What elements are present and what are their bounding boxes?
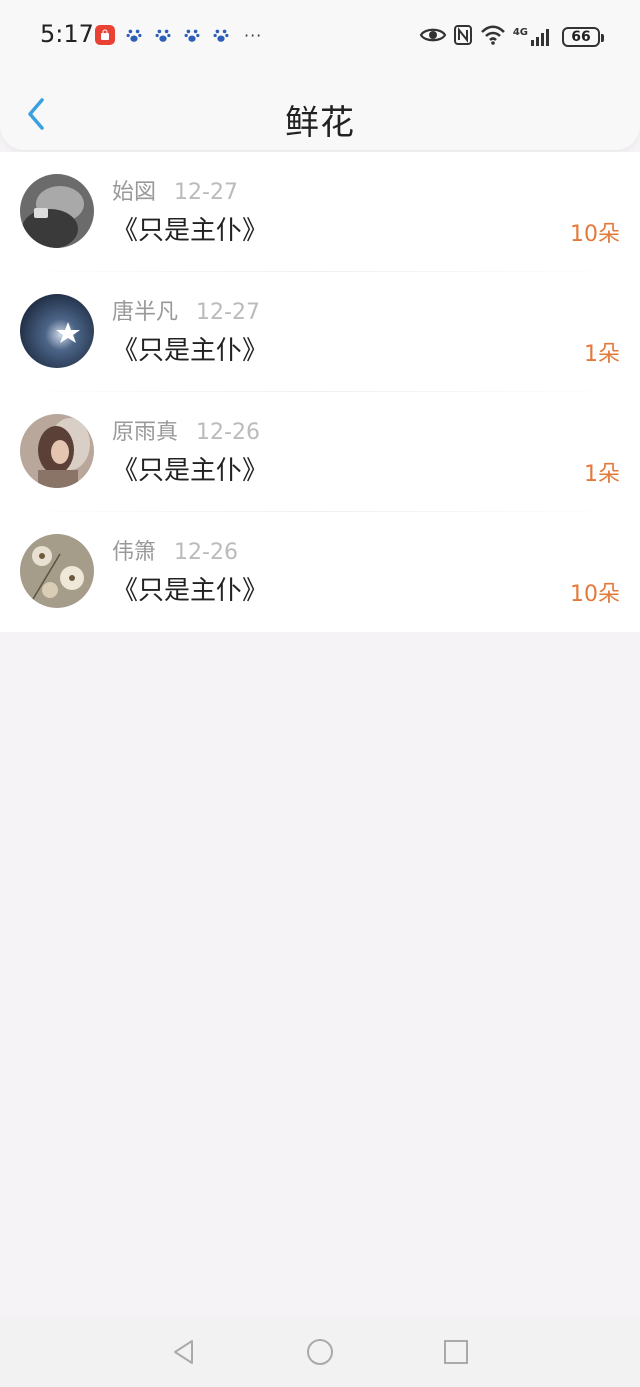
list-item[interactable]: 唐半凡 12-27 《只是主仆》 1朵 bbox=[0, 272, 640, 392]
avatar[interactable] bbox=[20, 414, 94, 488]
list-item[interactable]: 伟箫 12-26 《只是主仆》 10朵 bbox=[0, 512, 640, 632]
list-item[interactable]: 原雨真 12-26 《只是主仆》 1朵 bbox=[0, 392, 640, 512]
battery-indicator: 66 bbox=[562, 27, 604, 47]
book-title: 《只是主仆》 bbox=[112, 336, 269, 366]
system-recents-button[interactable] bbox=[440, 1336, 472, 1368]
home-circle-icon bbox=[307, 1339, 333, 1365]
top-area: 5:17 ··· 4G 66 鲜花 bbox=[0, 0, 640, 150]
status-right-icons: 4G 66 bbox=[419, 24, 604, 50]
sender-name: 唐半凡 12-27 bbox=[112, 300, 260, 325]
flower-list: 始図 12-27 《只是主仆》 10朵 唐半凡 12-27 《只是主仆》 1朵 原雨… bbox=[0, 152, 640, 632]
send-date: 12-26 bbox=[196, 420, 260, 445]
send-date: 12-26 bbox=[174, 540, 238, 565]
nav-header: 鲜花 bbox=[0, 80, 640, 150]
avatar[interactable] bbox=[20, 294, 94, 368]
flower-count: 10朵 bbox=[570, 582, 620, 607]
nfc-icon bbox=[453, 24, 473, 50]
flower-count: 10朵 bbox=[570, 222, 620, 247]
status-bar: 5:17 ··· 4G 66 bbox=[0, 0, 640, 72]
wifi-icon bbox=[479, 24, 507, 50]
recents-square-icon bbox=[444, 1340, 468, 1364]
back-triangle-icon bbox=[174, 1340, 193, 1364]
book-title: 《只是主仆》 bbox=[112, 456, 269, 486]
system-back-button[interactable] bbox=[168, 1336, 200, 1368]
system-navigation-bar bbox=[0, 1316, 640, 1387]
send-date: 12-27 bbox=[196, 300, 260, 325]
baidu-paw-icon bbox=[211, 25, 231, 45]
more-notifications-icon: ··· bbox=[244, 25, 263, 45]
avatar[interactable] bbox=[20, 534, 94, 608]
sender-name: 始図 12-27 bbox=[112, 180, 238, 205]
sender-name: 伟箫 12-26 bbox=[112, 540, 238, 565]
flower-count: 1朵 bbox=[584, 342, 620, 367]
book-title: 《只是主仆》 bbox=[112, 576, 269, 606]
list-item[interactable]: 始図 12-27 《只是主仆》 10朵 bbox=[0, 152, 640, 272]
shopping-bag-icon bbox=[95, 25, 115, 45]
send-date: 12-27 bbox=[174, 180, 238, 205]
baidu-paw-icon bbox=[182, 25, 202, 45]
signal-icon: 4G bbox=[513, 27, 552, 47]
network-type-label: 4G bbox=[512, 27, 528, 38]
sender-name: 原雨真 12-26 bbox=[112, 420, 260, 445]
book-title: 《只是主仆》 bbox=[112, 216, 269, 246]
flower-count: 1朵 bbox=[584, 462, 620, 487]
page-title: 鲜花 bbox=[285, 103, 355, 143]
status-time: 5:17 bbox=[40, 20, 94, 48]
baidu-paw-icon bbox=[153, 25, 173, 45]
eye-icon bbox=[419, 25, 447, 49]
baidu-paw-icon bbox=[124, 25, 144, 45]
system-home-button[interactable] bbox=[304, 1336, 336, 1368]
notification-icons: ··· bbox=[95, 25, 262, 45]
avatar[interactable] bbox=[20, 174, 94, 248]
